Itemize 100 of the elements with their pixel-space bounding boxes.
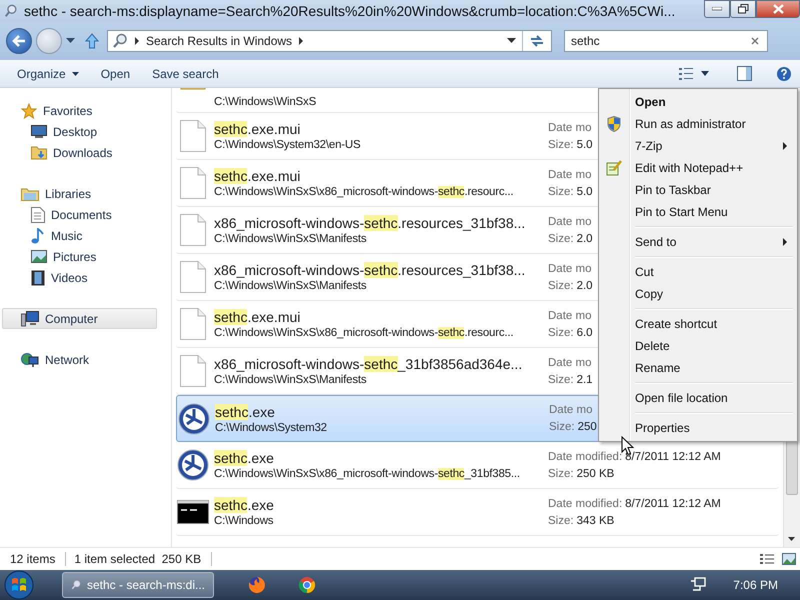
start-button[interactable] — [4, 570, 34, 600]
dropdown-icon[interactable] — [507, 38, 516, 44]
network-icon[interactable] — [689, 577, 708, 593]
item-count: 12 items — [10, 552, 66, 566]
document-icon — [180, 261, 206, 293]
size-label: Size: — [548, 186, 574, 198]
file-row[interactable]: sethc.exe C:\Windows Date modified: 8/7/2011 12:12 AM Size: 343 KB — [176, 489, 779, 536]
up-arrow-icon[interactable] — [85, 33, 99, 49]
file-path: C:\Windows\WinSxS\x86_microsoft-windows-sethc.resourc... — [214, 186, 514, 198]
file-path: C:\Windows — [214, 515, 274, 527]
size-value: 2.0 — [576, 232, 593, 244]
document-icon — [180, 120, 206, 152]
selection-info: 1 item selected 250 KB — [74, 552, 212, 566]
back-button[interactable] — [6, 28, 32, 54]
size-value: 343 KB — [576, 514, 614, 526]
size-value: 250 KB — [576, 468, 614, 480]
toolbar-button[interactable]: Save search — [145, 62, 226, 84]
size-label: Size: — [548, 514, 574, 526]
accessibility-icon — [177, 449, 209, 481]
refresh-icon[interactable] — [529, 34, 545, 48]
size-value: 5.0 — [576, 138, 593, 150]
sidebar-item[interactable]: Network — [2, 349, 157, 370]
date-label: Date mo — [549, 404, 592, 416]
size-label: Size: — [548, 232, 574, 244]
file-name: sethc.exe.mui — [214, 168, 302, 184]
breadcrumb[interactable]: Search Results in Windows — [146, 34, 292, 48]
search-field[interactable]: sethc — [564, 30, 768, 52]
chevron-icon — [134, 37, 140, 45]
shield-icon — [607, 116, 621, 132]
document-icon — [180, 167, 206, 199]
toolbar-button[interactable]: Organize — [10, 62, 86, 84]
size-value: 250 — [578, 421, 597, 433]
menu-item[interactable]: Open — [601, 91, 795, 113]
sidebar-item[interactable]: Favorites — [2, 100, 157, 121]
sidebar-item[interactable]: Desktop — [2, 121, 157, 142]
monitor-icon — [31, 124, 47, 138]
dropdown-icon[interactable] — [701, 71, 709, 76]
file-path: C:\Windows\WinSxS\x86_microsoft-windows-sethc_31bf385... — [214, 468, 521, 480]
restore-button[interactable] — [730, 0, 756, 18]
size-label: Size: — [548, 374, 574, 386]
folder-icon — [21, 186, 39, 200]
size-label: Size: — [548, 138, 574, 150]
minimize-icon — [712, 7, 722, 11]
sidebar-item[interactable]: Pictures — [2, 246, 157, 267]
sidebar-item[interactable]: Libraries — [2, 183, 157, 204]
file-path: C:\Windows\WinSxS\Manifests — [214, 374, 368, 386]
taskbar-button[interactable]: sethc - search-ms:di... — [62, 572, 214, 598]
music-note-icon — [31, 228, 45, 244]
help-icon[interactable] — [776, 66, 792, 82]
back-arrow-icon — [12, 35, 26, 47]
file-path: C:\Windows\System32\en-US — [214, 139, 362, 151]
sidebar-item[interactable]: Computer — [2, 308, 157, 329]
size-value: 2.0 — [576, 280, 593, 292]
date-value: 8/7/2011 12:12 AM — [625, 498, 721, 510]
preview-pane-icon[interactable] — [737, 66, 752, 81]
size-value: 6.0 — [576, 326, 593, 338]
date-label: Date modified: — [548, 450, 622, 462]
file-name: x86_microsoft-windows-sethc_31bf3856ad364e... — [214, 356, 524, 372]
console-icon — [177, 500, 209, 524]
size-label: Size: — [548, 468, 574, 480]
browser-icon[interactable] — [298, 576, 316, 594]
accessibility-icon — [178, 402, 210, 434]
view-options-icon[interactable] — [679, 66, 693, 80]
close-button[interactable] — [756, 0, 800, 18]
star-icon — [21, 102, 37, 118]
sidebar-item[interactable]: Music — [2, 225, 157, 246]
search-icon — [4, 4, 18, 18]
scroll-down-icon[interactable] — [788, 537, 795, 541]
date-label: Date mo — [548, 122, 592, 134]
large-icons-view-icon[interactable] — [782, 553, 796, 565]
file-path: C:\Windows\WinSxS\Manifests — [214, 233, 368, 245]
sidebar-item[interactable]: Videos — [2, 267, 157, 288]
file-path: C:\Windows\WinSxS\Manifests — [214, 280, 368, 292]
minimize-button[interactable] — [704, 0, 730, 18]
file-path: C:\Windows\WinSxS\x86_microsoft-windows-sethc.resourc... — [214, 327, 514, 339]
size-label: Size: — [548, 326, 574, 338]
window-title: sethc - search-ms:displayname=Search%20Results%20in%20Windows&crumb=location:C%3A%5CWi... — [24, 3, 676, 19]
document-icon — [31, 206, 45, 222]
notepad-pencil-icon — [606, 160, 622, 176]
dropdown-icon[interactable] — [66, 38, 75, 44]
details-view-icon[interactable] — [760, 553, 774, 565]
file-path: C:\Windows\WinSxS — [214, 96, 318, 108]
size-value: 5.0 — [576, 186, 593, 198]
file-name: x86_microsoft-windows-sethc.resources_31bf38... — [214, 215, 526, 231]
toolbar-button[interactable]: Open — [94, 62, 138, 84]
date-label: Date mo — [548, 356, 592, 368]
size-label: Size: — [549, 421, 575, 433]
file-name: sethc.exe — [214, 497, 275, 513]
file-name: sethc.exe.mui — [214, 121, 302, 137]
clock: 7:06 PM — [733, 578, 778, 592]
date-label: Date mo — [548, 168, 592, 180]
file-name: sethc.exe.mui — [214, 309, 302, 325]
date-value: 8/7/2011 12:12 AM — [625, 450, 721, 462]
document-icon — [180, 214, 206, 246]
sidebar-item[interactable]: Downloads — [2, 142, 157, 163]
date-label: Date mo — [548, 262, 592, 274]
clear-icon[interactable] — [751, 37, 759, 45]
sidebar-item[interactable]: Documents — [2, 204, 157, 225]
size-label: Size: — [548, 280, 574, 292]
address-bar[interactable]: Search Results in Windows — [107, 30, 552, 52]
